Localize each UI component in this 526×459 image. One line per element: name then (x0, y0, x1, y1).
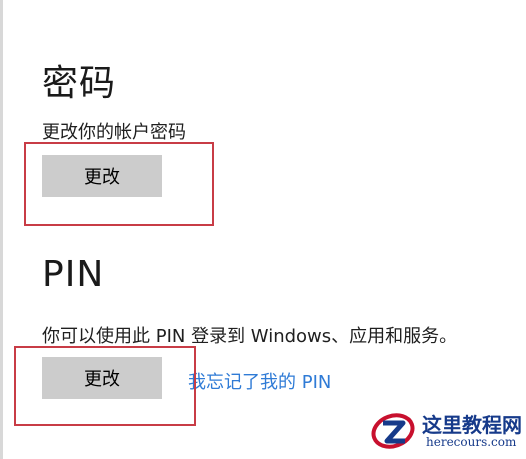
highlight-box-pin (14, 346, 196, 426)
watermark-logo-icon (371, 413, 415, 449)
watermark: 这里教程网 herecours.com (370, 405, 522, 455)
password-description: 更改你的帐户密码 (42, 122, 186, 143)
pin-description: 你可以使用此 PIN 登录到 Windows、应用和服务。 (42, 326, 458, 347)
watermark-url: herecours.com (426, 435, 517, 449)
window-edge (0, 0, 3, 459)
watermark-title: 这里教程网 (422, 413, 522, 437)
password-section-title: 密码 (42, 63, 117, 104)
forgot-pin-link[interactable]: 我忘记了我的 PIN (188, 368, 331, 394)
highlight-box-password (24, 142, 214, 226)
pin-section-title: PIN (42, 254, 105, 295)
